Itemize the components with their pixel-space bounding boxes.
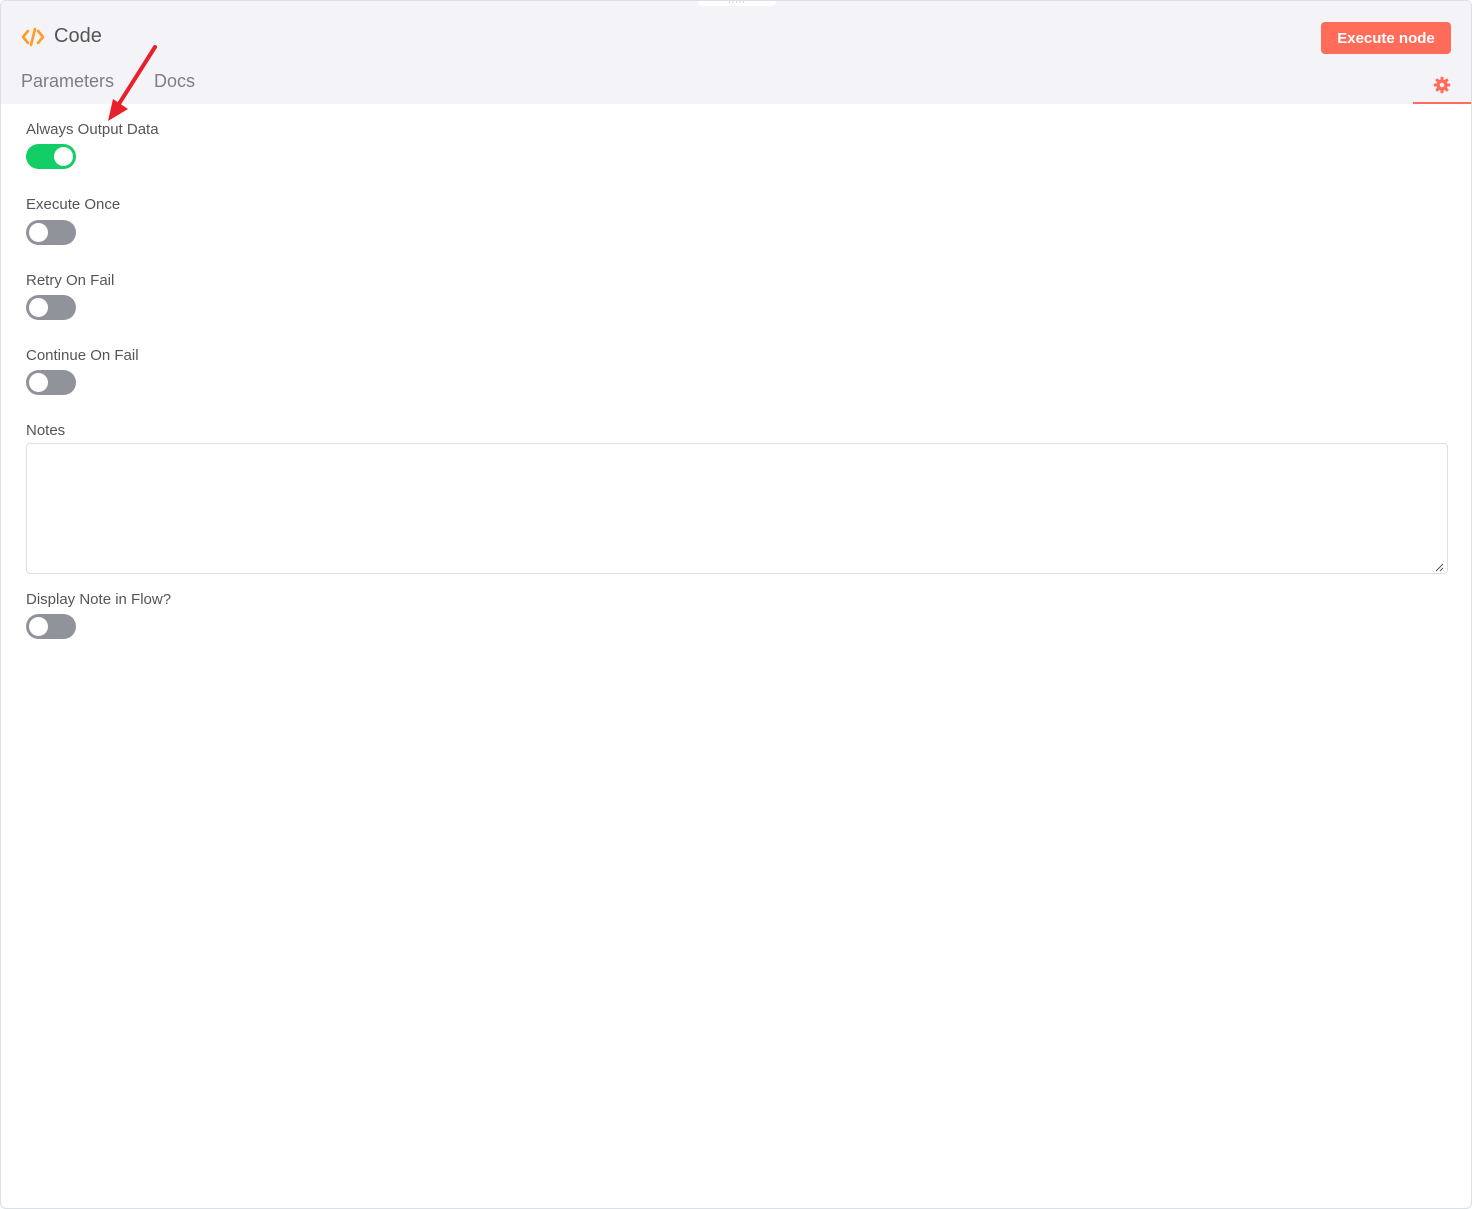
- resize-grip-icon[interactable]: [1434, 562, 1444, 572]
- notes-textarea[interactable]: [26, 443, 1448, 574]
- drag-handle[interactable]: ·····: [698, 0, 776, 7]
- display-note-toggle[interactable]: [26, 614, 76, 639]
- node-title[interactable]: Code: [21, 25, 102, 48]
- execute-once-toggle[interactable]: [26, 220, 76, 245]
- red-arrow-icon: [108, 45, 157, 121]
- node-title-text: Code: [54, 25, 102, 47]
- code-icon: [21, 26, 45, 48]
- tab-settings[interactable]: [1413, 67, 1471, 104]
- continue-on-fail-toggle[interactable]: [26, 370, 76, 395]
- node-details-panel: ····· Code Execute node Parameters Docs: [0, 0, 1472, 1209]
- notes-label: Notes: [26, 422, 66, 439]
- toggle-knob: [54, 147, 73, 166]
- continue-on-fail-label: Continue On Fail: [26, 347, 139, 364]
- execute-once-label: Execute Once: [26, 196, 121, 213]
- gear-icon: [1433, 76, 1451, 93]
- always-output-data-toggle[interactable]: [26, 144, 76, 169]
- display-note-label: Display Note in Flow?: [26, 591, 172, 608]
- toggle-knob: [29, 223, 48, 242]
- panel-header: ····· Code Execute node Parameters Docs: [1, 1, 1471, 104]
- drag-handle-dots-icon: ·····: [728, 0, 746, 7]
- execute-node-button[interactable]: Execute node: [1321, 22, 1451, 54]
- retry-on-fail-toggle[interactable]: [26, 295, 76, 320]
- toggle-knob: [29, 617, 48, 636]
- retry-on-fail-label: Retry On Fail: [26, 272, 115, 289]
- toggle-knob: [29, 298, 48, 317]
- toggle-knob: [29, 373, 48, 392]
